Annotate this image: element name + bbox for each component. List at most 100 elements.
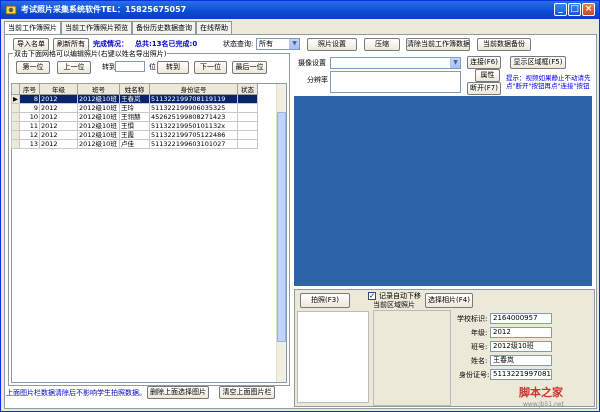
next-record-button[interactable]: 下一位 xyxy=(194,61,227,74)
clear-photo-bar-button[interactable]: 清空上面图片栏 xyxy=(219,386,275,399)
prev-record-button[interactable]: 上一位 xyxy=(57,61,91,74)
table-row[interactable]: 10 2012 2012级10班 王翎赫 452625199808271423 xyxy=(11,112,258,122)
resolution-field[interactable] xyxy=(330,71,461,93)
tab-current-workbook[interactable]: 当前工作簿照片 xyxy=(4,21,61,35)
col-header[interactable]: 状态 xyxy=(237,83,258,95)
grade-field[interactable]: 2012 xyxy=(490,327,552,338)
table-cell[interactable]: 11 xyxy=(19,121,40,131)
table-cell[interactable]: 452625199808271423 xyxy=(149,112,238,122)
table-cell[interactable]: 王春岚 xyxy=(119,94,150,104)
goto-button[interactable]: 转到 xyxy=(157,61,189,74)
col-header[interactable]: 身份证号 xyxy=(149,83,238,95)
table-cell[interactable] xyxy=(237,121,258,131)
table-cell[interactable]: 王翎赫 xyxy=(119,112,150,122)
table-cell[interactable]: 王玲 xyxy=(119,103,150,113)
tab-history[interactable]: 备份历史数据查询 xyxy=(132,21,196,34)
table-row[interactable]: 12 2012 2012级10班 王霞 511322199705122486 xyxy=(11,130,258,140)
table-cell[interactable]: 9 xyxy=(19,103,40,113)
shoot-button[interactable]: 拍照(F3) xyxy=(300,293,350,308)
col-header[interactable]: 姓名称 xyxy=(119,83,150,95)
table-cell[interactable]: 2012 xyxy=(39,94,78,104)
name-field[interactable]: 王春岚 xyxy=(490,355,552,366)
table-cell[interactable] xyxy=(237,112,258,122)
last-record-button[interactable]: 最后一位 xyxy=(232,61,267,74)
row-indicator[interactable]: ▶ xyxy=(11,94,20,104)
table-cell[interactable]: 2012级10班 xyxy=(77,130,120,140)
clear-workbook-data-button[interactable]: 清除当前工作簿数据 xyxy=(406,38,470,51)
show-area-frame-button[interactable]: 显示区域框(F5) xyxy=(510,56,566,69)
table-cell[interactable]: 2012级10班 xyxy=(77,112,120,122)
query-label: 状态查询: xyxy=(223,40,254,48)
close-button[interactable]: × xyxy=(582,3,595,16)
table-cell[interactable]: 2012 xyxy=(39,103,78,113)
table-row[interactable]: 11 2012 2012级10班 王惧 51132219950101132x xyxy=(11,121,258,131)
table-cell[interactable]: 2012级10班 xyxy=(77,94,120,104)
table-cell[interactable]: 2012 xyxy=(39,121,78,131)
photo-settings-button[interactable]: 照片设置 xyxy=(307,38,357,51)
table-cell[interactable] xyxy=(237,94,258,104)
table-cell[interactable]: 13 xyxy=(19,139,40,149)
table-cell[interactable] xyxy=(237,139,258,149)
table-cell[interactable]: 51132219950101132x xyxy=(149,121,238,131)
id-number-label: 身份证号: xyxy=(459,371,490,379)
row-indicator[interactable] xyxy=(11,112,20,122)
connect-button[interactable]: 连接(F6) xyxy=(467,56,501,69)
table-cell[interactable]: 2012 xyxy=(39,139,78,149)
grid-scrollbar[interactable] xyxy=(276,84,286,382)
compress-button[interactable]: 压缩 xyxy=(364,38,400,51)
col-header[interactable]: 年级 xyxy=(39,83,78,95)
minimize-button[interactable]: _ xyxy=(554,3,567,16)
table-cell[interactable]: 2012级10班 xyxy=(77,103,120,113)
device-select[interactable]: ▼ xyxy=(330,57,461,69)
table-row[interactable]: ▶ 8 2012 2012级10班 王春岚 511322199708119119 xyxy=(11,94,258,104)
watermark-text: 脚本之家 xyxy=(519,386,563,399)
table-cell[interactable]: 511322199708119119 xyxy=(149,94,238,104)
delete-selected-photo-button[interactable]: 删除上面选择图片 xyxy=(147,386,209,399)
status-query-select[interactable]: 所有 ▼ xyxy=(256,38,300,50)
row-indicator[interactable] xyxy=(11,103,20,113)
table-cell[interactable]: 10 xyxy=(19,112,40,122)
camera-preview[interactable] xyxy=(294,96,592,286)
current-area-label: 当前区域照片 xyxy=(373,301,415,309)
col-header[interactable]: 班号 xyxy=(77,83,120,95)
backup-data-button[interactable]: 当前数据备份 xyxy=(477,38,531,51)
table-cell[interactable]: 王霞 xyxy=(119,130,150,140)
table-cell[interactable]: 12 xyxy=(19,130,40,140)
auto-download-checkbox[interactable]: ✓ xyxy=(368,292,376,300)
school-id-field[interactable]: 2164000957 xyxy=(490,313,552,324)
table-cell[interactable] xyxy=(237,103,258,113)
select-photo-button[interactable]: 选择相片(F4) xyxy=(425,293,473,308)
goto-position-input[interactable] xyxy=(115,61,145,72)
table-cell[interactable]: 2012级10班 xyxy=(77,121,120,131)
table-cell[interactable]: 王惧 xyxy=(119,121,150,131)
goto-label: 转到 xyxy=(102,63,116,71)
properties-button[interactable]: 属性 xyxy=(475,69,500,82)
scroll-thumb[interactable] xyxy=(277,112,286,342)
row-indicator[interactable] xyxy=(11,139,20,149)
col-header[interactable]: 序号 xyxy=(19,83,40,95)
tab-help[interactable]: 在线帮助 xyxy=(196,21,232,34)
table-cell[interactable]: 2012级10班 xyxy=(77,139,120,149)
tab-preview[interactable]: 当前工作簿照片预览 xyxy=(61,21,132,34)
captured-photo-box xyxy=(297,311,369,403)
table-cell[interactable] xyxy=(237,130,258,140)
first-record-button[interactable]: 第一位 xyxy=(16,61,50,74)
table-cell[interactable]: 8 xyxy=(19,94,40,104)
table-cell[interactable]: 2012 xyxy=(39,112,78,122)
disconnect-button[interactable]: 断开(F7) xyxy=(467,82,501,95)
window-title: 考试照片采集系统软件TEL：15825675057 xyxy=(21,5,187,14)
grade-label: 年级: xyxy=(471,329,488,337)
id-number-field[interactable]: 51132219970811911 xyxy=(490,369,552,380)
table-cell[interactable]: 卢佳 xyxy=(119,139,150,149)
table-row[interactable]: 9 2012 2012级10班 王玲 511322199906035325 xyxy=(11,103,258,113)
table-cell[interactable]: 511322199906035325 xyxy=(149,103,238,113)
table-cell[interactable]: 511322199705122486 xyxy=(149,130,238,140)
row-indicator[interactable] xyxy=(11,121,20,131)
class-field[interactable]: 2012级10班 xyxy=(490,341,552,352)
maximize-button[interactable]: □ xyxy=(568,3,581,16)
table-cell[interactable]: 2012 xyxy=(39,130,78,140)
table-row[interactable]: 13 2012 2012级10班 卢佳 511322199603101027 xyxy=(11,139,258,149)
row-indicator[interactable] xyxy=(11,130,20,140)
chevron-down-icon: ▼ xyxy=(289,39,299,49)
table-cell[interactable]: 511322199603101027 xyxy=(149,139,238,149)
